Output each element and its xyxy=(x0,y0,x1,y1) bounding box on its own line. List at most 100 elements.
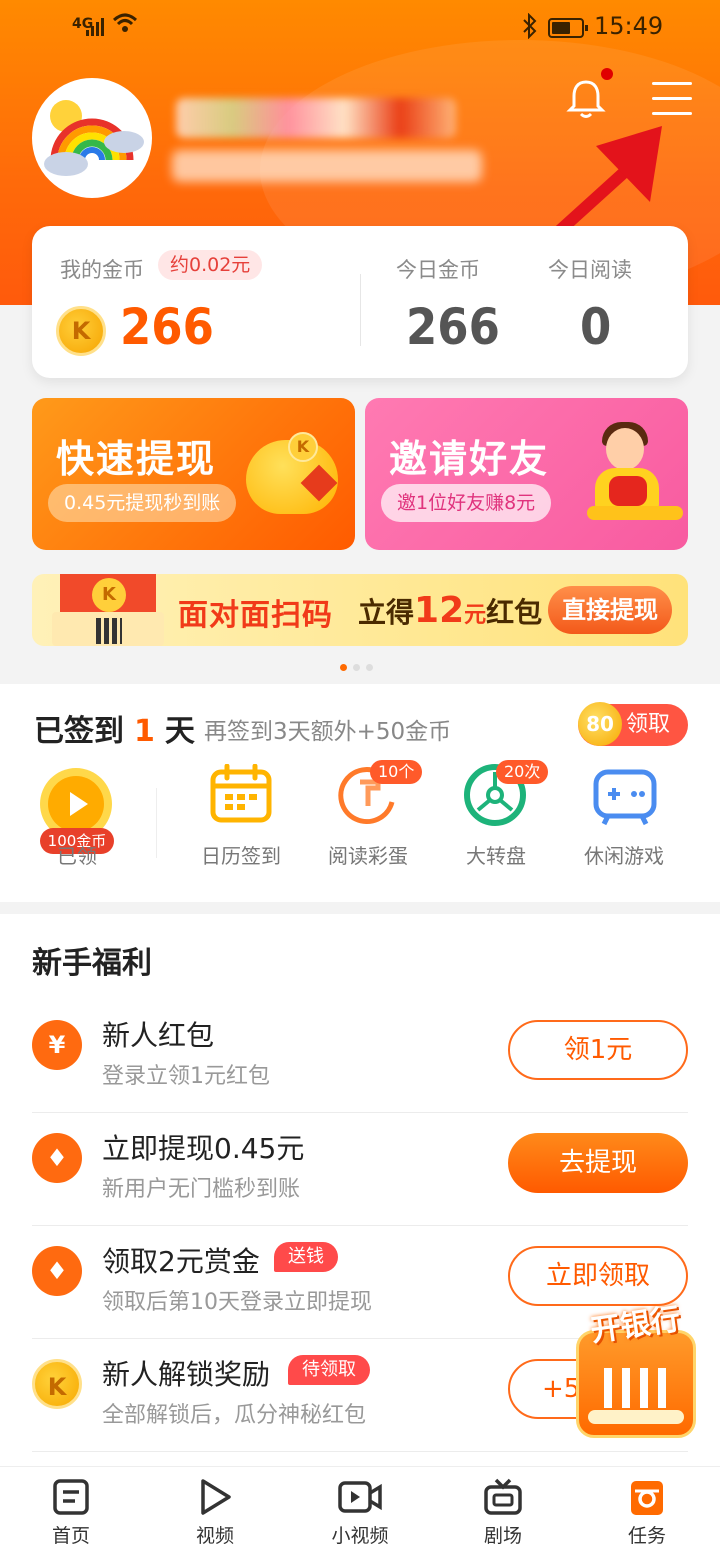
item-tag: 送钱 xyxy=(274,1242,338,1272)
item-title: 立即提现0.45元 xyxy=(102,1132,305,1165)
list-item-instant-withdraw[interactable]: ♦ 立即提现0.45元 新用户无门槛秒到账 去提现 xyxy=(32,1113,688,1226)
tab-label: 小视频 xyxy=(331,1525,389,1547)
coin-value-badge: 约0.02元 xyxy=(158,250,263,280)
coin-icon: K xyxy=(92,578,126,612)
sign-in-hint: 再签到3天额外+50金币 xyxy=(204,719,452,745)
person-head xyxy=(606,428,644,470)
claim-1-yuan-button[interactable]: 领1元 xyxy=(508,1020,688,1080)
hamburger-menu-icon[interactable] xyxy=(652,82,692,116)
yuan-icon: ¥ xyxy=(32,1020,82,1070)
tab-label: 剧场 xyxy=(483,1525,522,1547)
banner-subtitle: 0.45元提现秒到账 xyxy=(48,484,237,522)
promo-unit: 元 xyxy=(464,603,487,628)
bottom-tab-bar: 首页 视频 小视频 剧场 任务 xyxy=(0,1466,720,1560)
sign-in-status: 已签到 1 天 xyxy=(34,706,195,750)
tile-label: 已领 xyxy=(57,844,97,868)
coin-stack-icon xyxy=(587,506,683,520)
scan-code-promo-banner[interactable]: K 面对面扫码 立得12元红包 直接提现 xyxy=(32,574,688,646)
tab-label: 视频 xyxy=(195,1525,234,1547)
divider xyxy=(360,274,361,346)
wifi-icon xyxy=(112,13,138,32)
invite-friends-banner[interactable]: 邀请好友 邀1位好友赚8元 xyxy=(365,398,688,550)
tab-theater[interactable]: 剧场 xyxy=(448,1477,558,1548)
item-tag: 待领取 xyxy=(288,1355,370,1385)
coin-icon: K xyxy=(56,306,106,356)
go-withdraw-button[interactable]: 去提现 xyxy=(508,1133,688,1193)
rainbow-avatar-icon xyxy=(36,82,148,194)
banner-title: 快速提现 xyxy=(56,437,217,481)
tab-home[interactable]: 首页 xyxy=(16,1477,126,1548)
today-coins-value: 266 xyxy=(406,298,500,356)
qr-code-icon xyxy=(96,618,122,644)
home-doc-icon xyxy=(53,1479,89,1515)
withdraw-now-button[interactable]: 直接提现 xyxy=(548,586,672,634)
tile-label: 日历签到 xyxy=(201,844,281,868)
item-subtitle: 登录立领1元红包 xyxy=(102,1064,270,1089)
item-title: 领取2元赏金 xyxy=(102,1245,260,1278)
tab-label: 任务 xyxy=(627,1525,666,1547)
open-bank-floating-button[interactable]: 开银行 xyxy=(568,1292,702,1452)
today-read-value: 0 xyxy=(580,298,612,356)
section-title: 新手福利 xyxy=(32,946,152,981)
tile-label: 大转盘 xyxy=(466,844,526,868)
tile-label: 阅读彩蛋 xyxy=(328,844,408,868)
notification-dot xyxy=(601,68,613,80)
item-subtitle: 全部解锁后，瓜分神秘红包 xyxy=(102,1403,367,1428)
item-subtitle: 新用户无门槛秒到账 xyxy=(102,1177,301,1202)
bluetooth-icon xyxy=(523,13,537,39)
item-title: 新人解锁奖励 xyxy=(102,1358,271,1391)
tile-label: 休闲游戏 xyxy=(584,844,664,868)
my-coins-label: 我的金币 xyxy=(60,258,144,282)
status-bar: 4G 15:49 xyxy=(0,10,720,46)
banner-subtitle: 邀1位好友赚8元 xyxy=(381,484,552,522)
carousel-dot xyxy=(353,664,360,671)
tab-tasks[interactable]: 任务 xyxy=(592,1477,702,1548)
tab-short-video[interactable]: 小视频 xyxy=(305,1477,415,1548)
play-icon xyxy=(201,1479,231,1515)
coin-icon: K xyxy=(32,1359,82,1409)
gamepad-icon xyxy=(593,769,657,826)
bell-icon[interactable] xyxy=(564,76,608,120)
carousel-indicator xyxy=(340,656,379,671)
tv-icon xyxy=(484,1478,522,1515)
promo-offer: 立得12元红包 xyxy=(358,590,542,631)
app-root: 4G 15:49 我的金币 约0.02元 K 266 今日金币 266 今日阅读… xyxy=(0,0,720,1560)
sign-in-section: 已签到1天 再签到3天额外+50金币 领取 80 100金币 已领 日历签到 xyxy=(0,684,720,902)
red-envelope-icon xyxy=(609,476,647,506)
sign-prefix: 已签到 xyxy=(34,714,124,749)
carousel-dot xyxy=(340,664,347,671)
status-time: 15:49 xyxy=(594,12,664,40)
item-title: 新人红包 xyxy=(102,1019,215,1052)
claim-coin-badge: 80 xyxy=(578,702,622,746)
divider xyxy=(156,788,157,858)
coin-summary-card[interactable]: 我的金币 约0.02元 K 266 今日金币 266 今日阅读 0 xyxy=(32,226,688,378)
promo-suffix: 红包 xyxy=(486,596,543,629)
promo-prefix: 立得 xyxy=(358,596,415,629)
blurred-username xyxy=(176,98,456,138)
sign-suffix: 天 xyxy=(164,714,195,749)
blurred-user-info xyxy=(172,150,482,182)
tile-badge: 20次 xyxy=(496,760,549,784)
diamond-icon: ♦ xyxy=(32,1246,82,1296)
task-icon xyxy=(631,1481,663,1515)
quick-withdraw-banner[interactable]: 快速提现 0.45元提现秒到账 K xyxy=(32,398,355,550)
item-subtitle: 领取后第10天登录立即提现 xyxy=(102,1290,372,1315)
banner-title: 邀请好友 xyxy=(389,437,550,481)
avatar[interactable] xyxy=(32,78,152,198)
sign-days: 1 xyxy=(134,714,155,749)
list-item-new-user-red-packet[interactable]: ¥ 新人红包 登录立领1元红包 领1元 xyxy=(32,1000,688,1113)
promo-headline: 面对面扫码 xyxy=(178,598,333,633)
signal-icon xyxy=(86,18,104,36)
my-coins-value: 266 xyxy=(120,298,214,356)
diamond-icon: ♦ xyxy=(32,1133,82,1183)
video-camera-icon xyxy=(338,1481,382,1513)
coin-icon: K xyxy=(288,432,318,462)
tab-label: 首页 xyxy=(51,1525,90,1547)
tab-video[interactable]: 视频 xyxy=(160,1477,270,1548)
battery-icon xyxy=(548,18,588,38)
tile-badge: 10个 xyxy=(370,760,423,784)
calendar-icon xyxy=(210,764,272,823)
today-coins-label: 今日金币 xyxy=(396,258,480,282)
promo-amount: 12 xyxy=(414,590,465,631)
today-read-label: 今日阅读 xyxy=(548,258,632,282)
